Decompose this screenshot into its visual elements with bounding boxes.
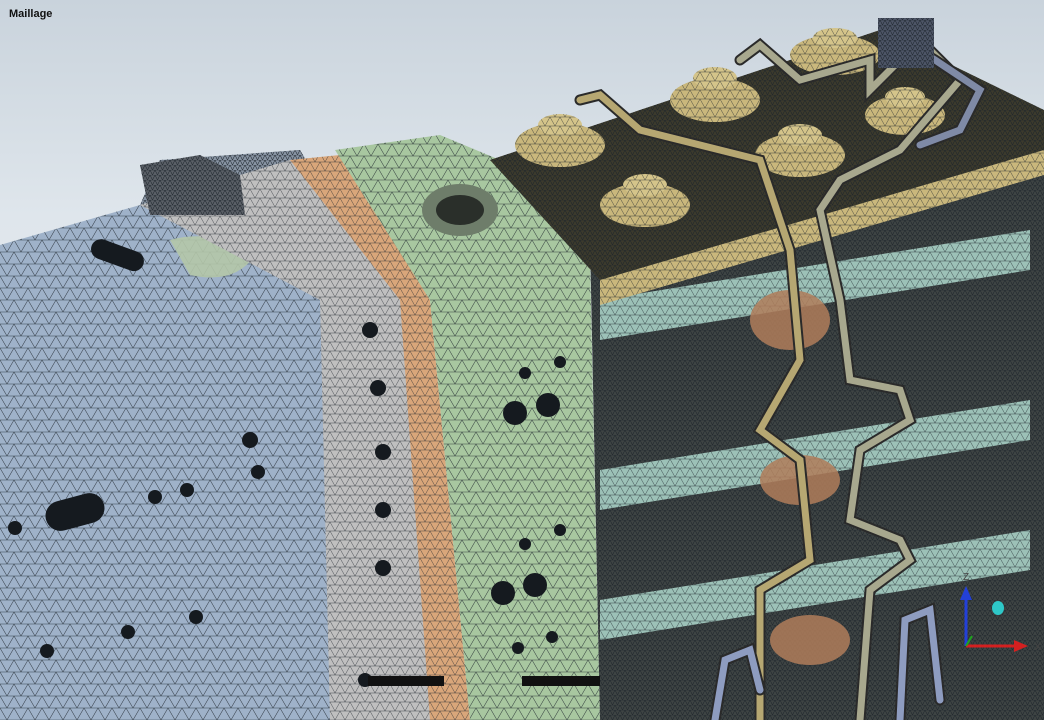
- z-axis-arrow: [960, 586, 972, 646]
- scale-bar-right: [522, 676, 600, 686]
- connector-block[interactable]: [878, 18, 934, 68]
- coordinate-triad[interactable]: Z X: [940, 570, 1044, 670]
- z-axis-label: Z: [963, 572, 969, 583]
- triad-origin-sphere: [992, 601, 1004, 615]
- x-axis-arrow: [966, 640, 1028, 652]
- mesh-scene[interactable]: [0, 0, 1044, 720]
- graphics-viewport[interactable]: Maillage Z X: [0, 0, 1044, 720]
- viewport-title: Maillage: [9, 8, 53, 20]
- terminal-post[interactable]: [515, 114, 605, 167]
- x-axis-label: X: [1035, 642, 1042, 653]
- scale-bar-left: [368, 676, 444, 686]
